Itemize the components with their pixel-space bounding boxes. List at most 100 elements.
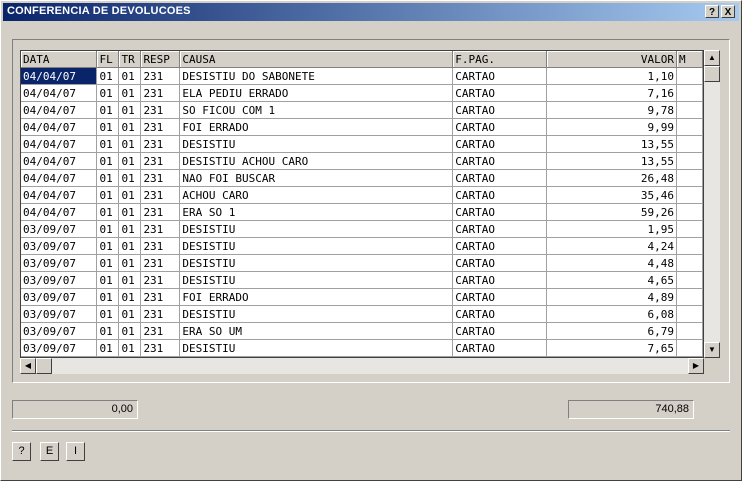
title-bar[interactable]: CONFERENCIA DE DEVOLUCOES ? X — [3, 3, 739, 21]
table-row[interactable]: 03/09/07 01 01 231 DESISTIU CARTAO 4,48 — [21, 254, 703, 272]
cell-m[interactable] — [676, 101, 703, 119]
cell-fpag[interactable]: CARTAO — [452, 220, 548, 238]
cell-fl[interactable]: 01 — [96, 254, 120, 272]
cell-m[interactable] — [676, 305, 703, 323]
cell-resp[interactable]: 231 — [140, 67, 181, 85]
cell-tr[interactable]: 01 — [118, 339, 142, 357]
cell-data[interactable]: 04/04/07 — [21, 67, 98, 85]
cell-tr[interactable]: 01 — [118, 237, 142, 255]
cell-fpag[interactable]: CARTAO — [452, 288, 548, 306]
table-row[interactable]: 04/04/07 01 01 231 DESISTIU DO SABONETE CARTA… — [21, 67, 703, 85]
cell-causa[interactable]: DESISTIU — [179, 220, 454, 238]
cell-fl[interactable]: 01 — [96, 186, 120, 204]
cell-resp[interactable]: 231 — [140, 220, 181, 238]
table-row[interactable]: 04/04/07 01 01 231 ERA SO 1 CARTAO 59,26 — [21, 203, 703, 221]
cell-data[interactable]: 04/04/07 — [21, 203, 98, 221]
cell-valor[interactable]: 1,95 — [546, 220, 677, 238]
cell-resp[interactable]: 231 — [140, 271, 181, 289]
cell-fl[interactable]: 01 — [96, 84, 120, 102]
col-header-data[interactable]: DATA — [21, 51, 98, 68]
cell-tr[interactable]: 01 — [118, 254, 142, 272]
cell-m[interactable] — [676, 271, 703, 289]
cell-data[interactable]: 04/04/07 — [21, 84, 98, 102]
cell-tr[interactable]: 01 — [118, 322, 142, 340]
cell-m[interactable] — [676, 288, 703, 306]
cell-causa[interactable]: DESISTIU — [179, 305, 454, 323]
cell-fl[interactable]: 01 — [96, 118, 120, 136]
cell-fpag[interactable]: CARTAO — [452, 203, 548, 221]
help-title-button[interactable]: ? — [705, 5, 719, 18]
col-header-tr[interactable]: TR — [118, 51, 142, 68]
cell-causa[interactable]: DESISTIU DO SABONETE — [179, 67, 454, 85]
close-title-button[interactable]: X — [721, 5, 735, 18]
cell-resp[interactable]: 231 — [140, 288, 181, 306]
cell-fpag[interactable]: CARTAO — [452, 339, 548, 357]
cell-causa[interactable]: FOI ERRADO — [179, 288, 454, 306]
col-header-resp[interactable]: RESP — [140, 51, 181, 68]
cell-data[interactable]: 04/04/07 — [21, 135, 98, 153]
vertical-scrollbar[interactable]: ▲ ▼ — [704, 50, 720, 358]
cell-data[interactable]: 04/04/07 — [21, 186, 98, 204]
cell-valor[interactable]: 4,24 — [546, 237, 677, 255]
cell-resp[interactable]: 231 — [140, 135, 181, 153]
scroll-up-icon[interactable]: ▲ — [704, 50, 720, 66]
cell-valor[interactable]: 4,65 — [546, 271, 677, 289]
cell-valor[interactable]: 13,55 — [546, 152, 677, 170]
cell-fl[interactable]: 01 — [96, 288, 120, 306]
cell-valor[interactable]: 6,79 — [546, 322, 677, 340]
cell-m[interactable] — [676, 220, 703, 238]
table-row[interactable]: 03/09/07 01 01 231 ERA SO UM CARTAO 6,79 — [21, 322, 703, 340]
cell-m[interactable] — [676, 169, 703, 187]
cell-valor[interactable]: 4,89 — [546, 288, 677, 306]
cell-tr[interactable]: 01 — [118, 67, 142, 85]
cell-m[interactable] — [676, 254, 703, 272]
cell-fl[interactable]: 01 — [96, 152, 120, 170]
cell-tr[interactable]: 01 — [118, 169, 142, 187]
table-row[interactable]: 03/09/07 01 01 231 DESISTIU CARTAO 7,65 — [21, 339, 703, 357]
cell-fpag[interactable]: CARTAO — [452, 118, 548, 136]
cell-data[interactable]: 03/09/07 — [21, 305, 98, 323]
cell-fl[interactable]: 01 — [96, 135, 120, 153]
table-row[interactable]: 04/04/07 01 01 231 DESISTIU ACHOU CARO CARTAO… — [21, 152, 703, 170]
cell-fl[interactable]: 01 — [96, 237, 120, 255]
cell-fl[interactable]: 01 — [96, 169, 120, 187]
cell-m[interactable] — [676, 339, 703, 357]
cell-fpag[interactable]: CARTAO — [452, 322, 548, 340]
table-row[interactable]: 03/09/07 01 01 231 FOI ERRADO CARTAO 4,89 — [21, 288, 703, 306]
table-row[interactable]: 04/04/07 01 01 231 NAO FOI BUSCAR CARTAO 26,48 — [21, 169, 703, 187]
cell-tr[interactable]: 01 — [118, 118, 142, 136]
cell-data[interactable]: 03/09/07 — [21, 322, 98, 340]
cell-causa[interactable]: DESISTIU — [179, 135, 454, 153]
cell-valor[interactable]: 35,46 — [546, 186, 677, 204]
cell-data[interactable]: 04/04/07 — [21, 152, 98, 170]
cell-data[interactable]: 04/04/07 — [21, 169, 98, 187]
cell-resp[interactable]: 231 — [140, 101, 181, 119]
col-header-fpag[interactable]: F.PAG. — [452, 51, 548, 68]
cell-resp[interactable]: 231 — [140, 322, 181, 340]
cell-fpag[interactable]: CARTAO — [452, 135, 548, 153]
cell-causa[interactable]: ACHOU CARO — [179, 186, 454, 204]
cell-causa[interactable]: DESISTIU — [179, 254, 454, 272]
vertical-scroll-thumb[interactable] — [704, 66, 720, 82]
cell-valor[interactable]: 6,08 — [546, 305, 677, 323]
cell-causa[interactable]: FOI ERRADO — [179, 118, 454, 136]
cell-tr[interactable]: 01 — [118, 271, 142, 289]
scroll-right-icon[interactable]: ▶ — [688, 358, 704, 374]
cell-m[interactable] — [676, 118, 703, 136]
cell-data[interactable]: 04/04/07 — [21, 101, 98, 119]
col-header-valor[interactable]: VALOR — [546, 51, 677, 68]
cell-fpag[interactable]: CARTAO — [452, 186, 548, 204]
cell-fpag[interactable]: CARTAO — [452, 152, 548, 170]
cell-resp[interactable]: 231 — [140, 169, 181, 187]
cell-data[interactable]: 03/09/07 — [21, 220, 98, 238]
table-row[interactable]: 03/09/07 01 01 231 DESISTIU CARTAO 4,65 — [21, 271, 703, 289]
cell-data[interactable]: 03/09/07 — [21, 339, 98, 357]
table-row[interactable]: 04/04/07 01 01 231 SO FICOU COM 1 CARTAO 9,78 — [21, 101, 703, 119]
cell-fl[interactable]: 01 — [96, 339, 120, 357]
cell-m[interactable] — [676, 322, 703, 340]
cell-tr[interactable]: 01 — [118, 288, 142, 306]
cell-resp[interactable]: 231 — [140, 305, 181, 323]
cell-resp[interactable]: 231 — [140, 237, 181, 255]
cell-fl[interactable]: 01 — [96, 67, 120, 85]
col-header-m[interactable]: M — [676, 51, 703, 68]
